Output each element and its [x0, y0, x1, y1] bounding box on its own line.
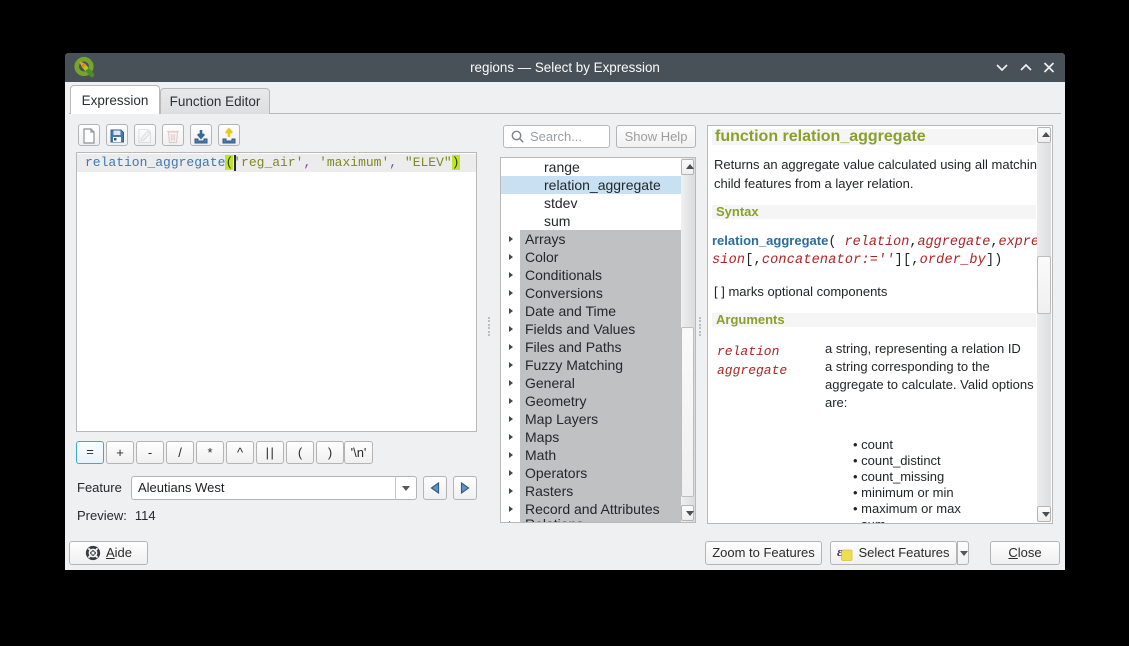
svg-text:ε: ε — [837, 544, 843, 559]
